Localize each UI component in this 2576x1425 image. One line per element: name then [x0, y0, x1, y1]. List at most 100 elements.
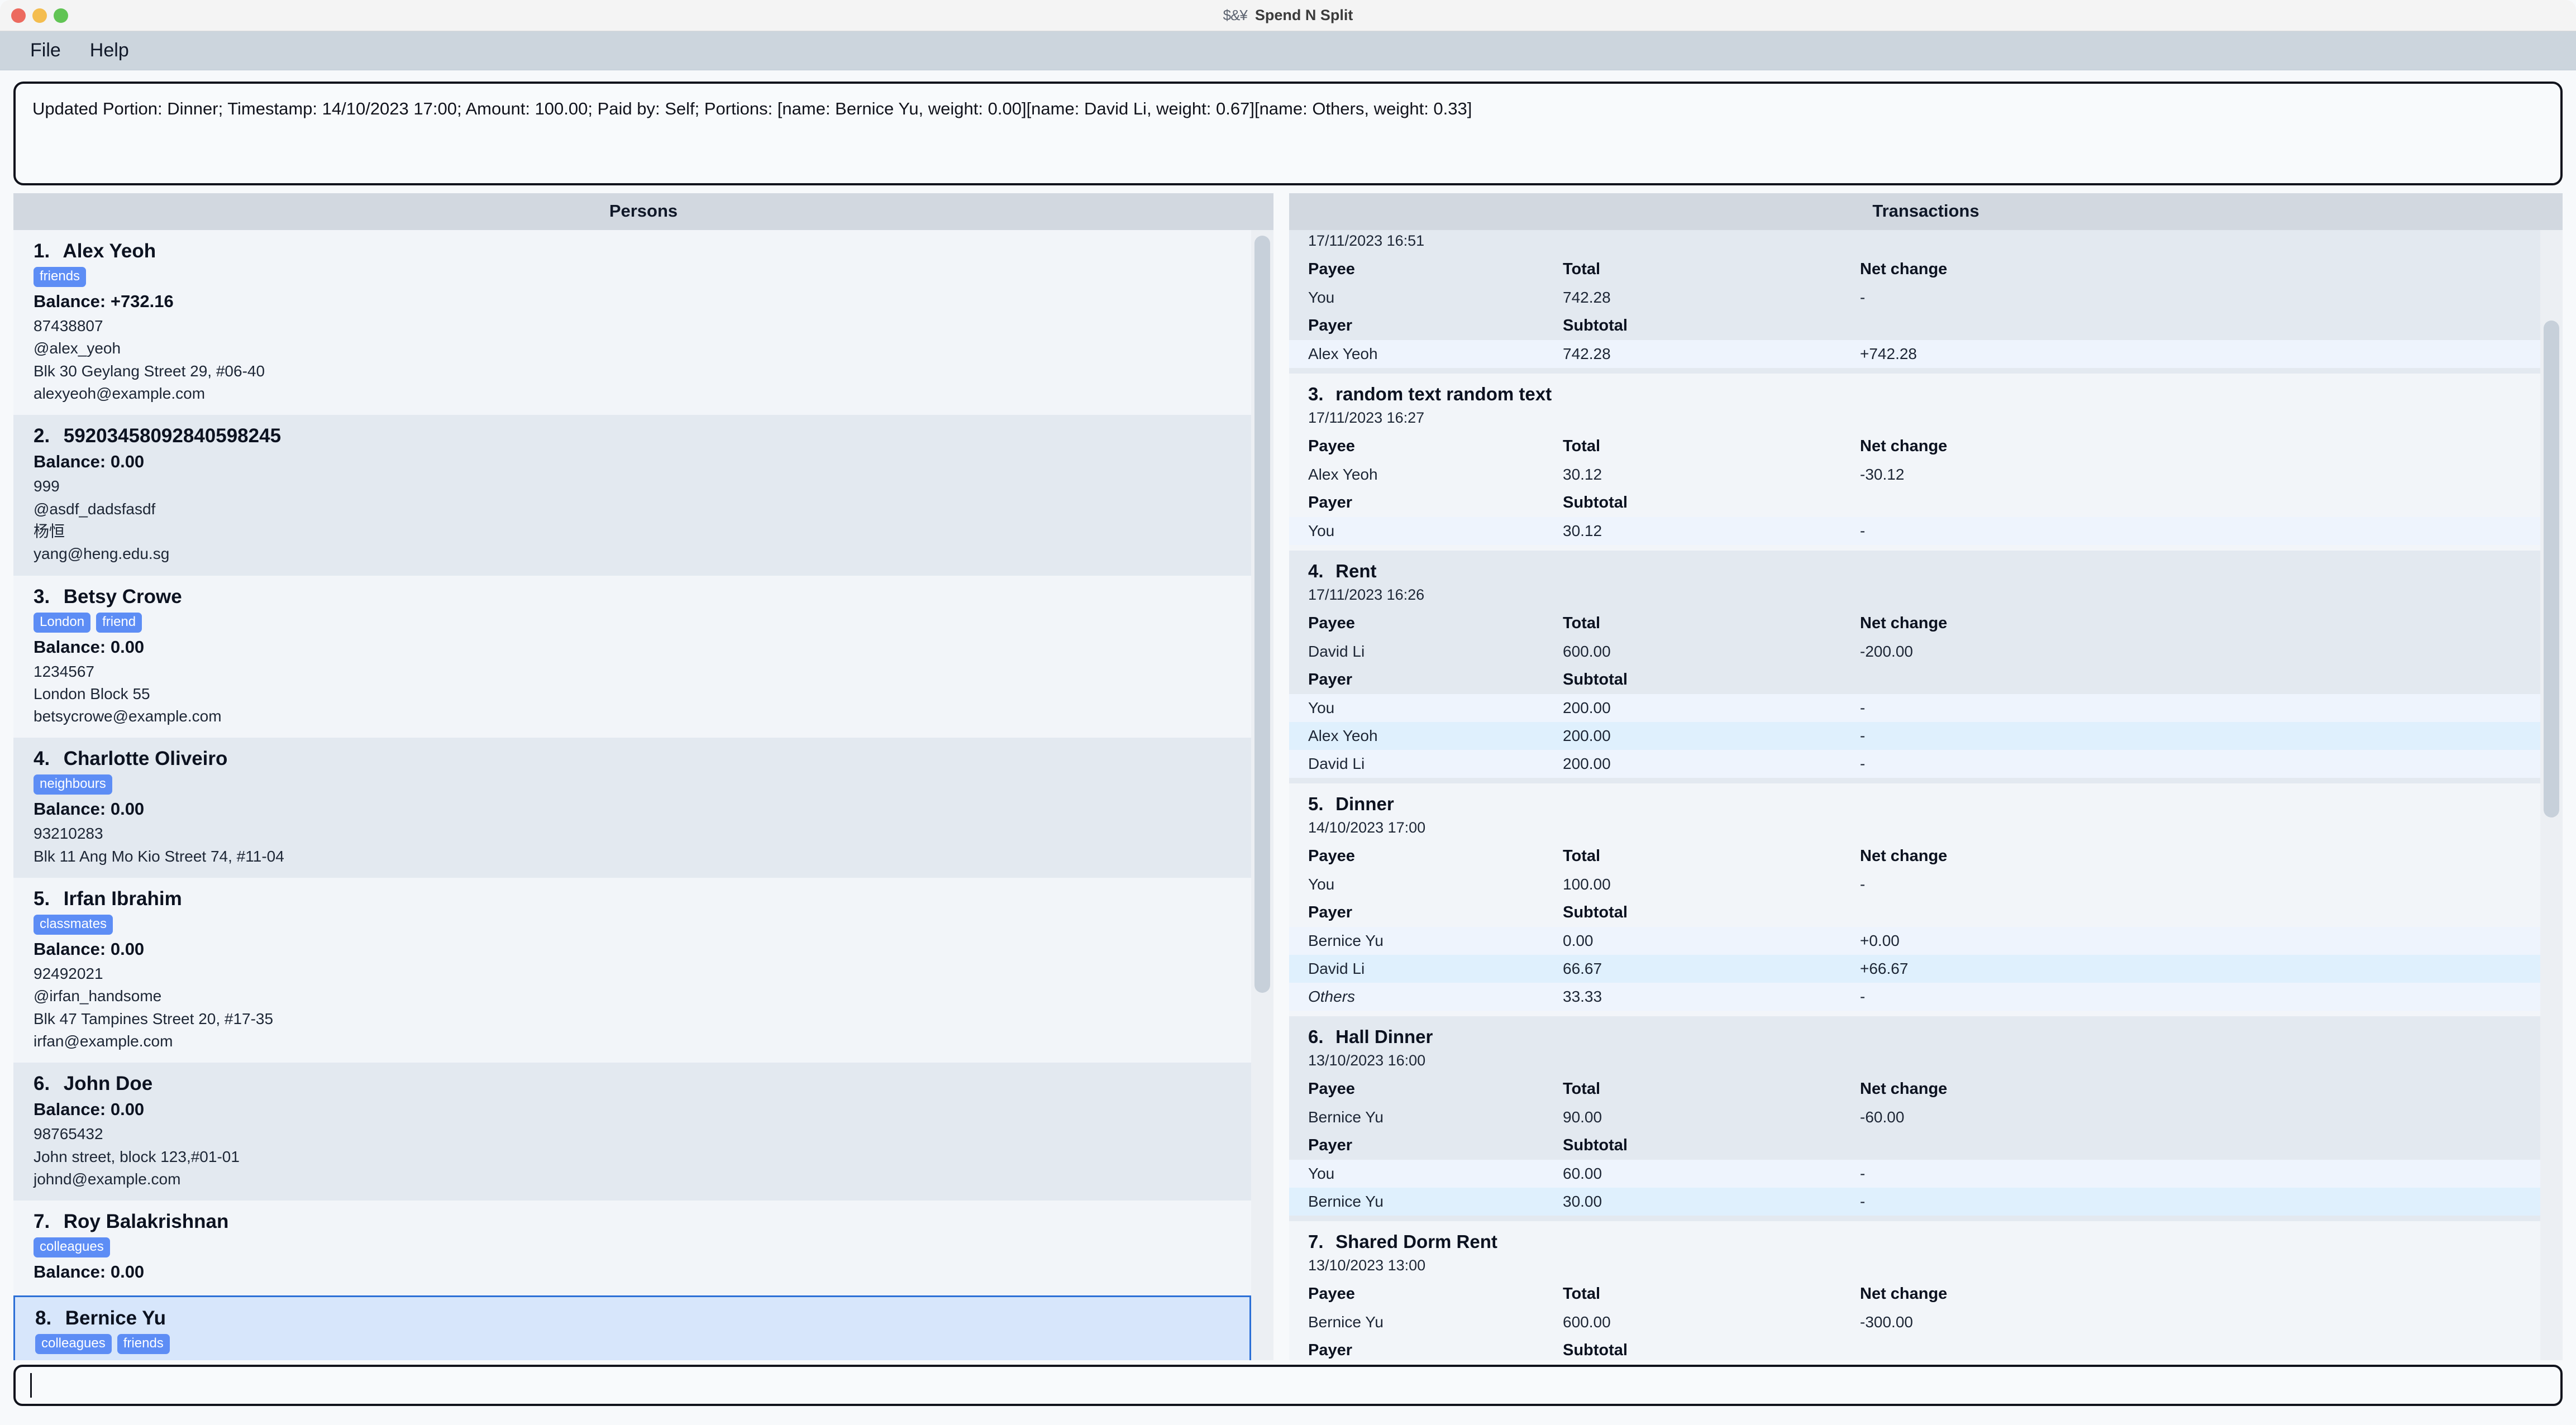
maximize-button[interactable]: [54, 8, 68, 23]
transaction-header-row: PayeeTotalNet change: [1289, 609, 2540, 638]
transaction-cell: 200.00: [1563, 722, 1860, 750]
minimize-button[interactable]: [32, 8, 47, 23]
person-tag: friends: [117, 1334, 170, 1354]
persons-scrollbar-thumb[interactable]: [1254, 236, 1270, 993]
transaction-cell: Subtotal: [1563, 1336, 1860, 1360]
transaction-cell: 30.12: [1563, 517, 1860, 545]
transaction-header-row: PayeeTotalNet change: [1289, 255, 2540, 284]
transaction-card[interactable]: 6. Hall Dinner13/10/2023 16:00PayeeTotal…: [1289, 1016, 2540, 1221]
transaction-card[interactable]: 5. Dinner14/10/2023 17:00PayeeTotalNet c…: [1289, 783, 2540, 1016]
menu-file[interactable]: File: [16, 37, 75, 64]
transaction-cell: 30.00: [1563, 1188, 1860, 1216]
transaction-title: 3. random text random text: [1289, 374, 2540, 407]
transaction-cell: You: [1289, 871, 1563, 898]
person-card[interactable]: 4. Charlotte OliveironeighboursBalance: …: [13, 738, 1251, 878]
person-card[interactable]: 6. John DoeBalance: 0.0098765432John str…: [13, 1063, 1251, 1201]
person-detail: Blk 11 Ang Mo Kio Street 74, #11-04: [34, 845, 1234, 868]
persons-list[interactable]: 1. Alex YeohfriendsBalance: +732.1687438…: [13, 230, 1273, 1360]
transaction-cell: Alex Yeoh: [1289, 722, 1563, 750]
transaction-cell: Net change: [1860, 842, 2540, 871]
transaction-title: 6. Hall Dinner: [1289, 1016, 2540, 1050]
close-button[interactable]: [11, 8, 26, 23]
transaction-cell: Net change: [1860, 255, 2540, 284]
transaction-row: You30.12-: [1289, 517, 2540, 545]
person-detail: John street, block 123,#01-01: [34, 1146, 1234, 1168]
person-detail: 999: [34, 475, 1234, 498]
transaction-cell: [1860, 1131, 2540, 1160]
menu-help[interactable]: Help: [75, 37, 144, 64]
person-detail: johnd@example.com: [34, 1168, 1234, 1190]
transaction-cell: -: [1860, 517, 2540, 545]
result-area: Updated Portion: Dinner; Timestamp: 14/1…: [0, 70, 2576, 193]
person-tag: colleagues: [34, 1237, 110, 1257]
transaction-cell: Payee: [1289, 432, 1563, 461]
person-card[interactable]: 8. Bernice YucolleaguesfriendsBalance: -…: [13, 1295, 1251, 1360]
persons-scrollbar-track[interactable]: [1251, 230, 1273, 1360]
person-balance: Balance: -270.00: [35, 1359, 1233, 1360]
person-index: 5.: [34, 888, 58, 910]
transaction-cell: 742.28: [1563, 284, 1860, 312]
person-tags: classmates: [34, 915, 1234, 935]
transaction-index: 6.: [1308, 1026, 1330, 1048]
transaction-cell: Payee: [1289, 1075, 1563, 1103]
person-detail: alexyeoh@example.com: [34, 382, 1234, 405]
transaction-cell: David Li: [1289, 750, 1563, 778]
transaction-cell: Payer: [1289, 312, 1563, 340]
transaction-cell: 33.33: [1563, 983, 1860, 1011]
transaction-index: 7.: [1308, 1231, 1330, 1252]
command-input[interactable]: [13, 1365, 2563, 1406]
transaction-cell: Payer: [1289, 898, 1563, 927]
transaction-row: David Li200.00-: [1289, 750, 2540, 778]
person-card[interactable]: 2. 59203458092840598245Balance: 0.00999@…: [13, 415, 1251, 575]
transaction-header-row: PayeeTotalNet change: [1289, 1075, 2540, 1103]
transaction-row: Alex Yeoh30.12-30.12: [1289, 461, 2540, 489]
person-tag: colleagues: [35, 1334, 112, 1354]
transactions-scrollbar-track[interactable]: [2540, 230, 2563, 1360]
transaction-cell: Net change: [1860, 1280, 2540, 1308]
transaction-cell: Total: [1563, 1075, 1860, 1103]
person-card[interactable]: 7. Roy BalakrishnancolleaguesBalance: 0.…: [13, 1201, 1251, 1295]
person-detail: @irfan_handsome: [34, 985, 1234, 1007]
transaction-cell: Payee: [1289, 842, 1563, 871]
transaction-table: PayeeTotalNet changeDavid Li600.00-200.0…: [1289, 609, 2540, 778]
text-caret: [30, 1373, 32, 1398]
transaction-row: Bernice Yu30.00-: [1289, 1188, 2540, 1216]
transaction-cell: Subtotal: [1563, 1131, 1860, 1160]
person-tag: friends: [34, 267, 86, 287]
transaction-card[interactable]: 3. random text random text17/11/2023 16:…: [1289, 374, 2540, 551]
transaction-cell: Bernice Yu: [1289, 1308, 1563, 1336]
transaction-cell: Net change: [1860, 1075, 2540, 1103]
person-name: 3. Betsy Crowe: [34, 586, 1234, 608]
transaction-cell: Payee: [1289, 1280, 1563, 1308]
transaction-row: You100.00-: [1289, 871, 2540, 898]
transaction-cell: 100.00: [1563, 871, 1860, 898]
window-controls[interactable]: [11, 8, 68, 23]
transaction-cell: -: [1860, 1160, 2540, 1188]
transaction-card[interactable]: 4. Rent17/11/2023 16:26PayeeTotalNet cha…: [1289, 551, 2540, 783]
app-logo-icon: $&¥: [1223, 7, 1247, 24]
person-detail: 92492021: [34, 963, 1234, 985]
app-window: $&¥ Spend N Split File Help Updated Port…: [0, 0, 2576, 1425]
person-index: 3.: [34, 586, 58, 608]
person-balance: Balance: +732.16: [34, 291, 1234, 312]
transaction-cell: Total: [1563, 842, 1860, 871]
transactions-scrollbar-thumb[interactable]: [2544, 321, 2559, 818]
transaction-header-row: PayerSubtotal: [1289, 312, 2540, 340]
transaction-row: Alex Yeoh742.28+742.28: [1289, 340, 2540, 368]
transaction-cell: [1860, 1336, 2540, 1360]
person-card[interactable]: 3. Betsy CroweLondonfriendBalance: 0.001…: [13, 576, 1251, 738]
person-balance: Balance: 0.00: [34, 799, 1234, 819]
transaction-cell: +66.67: [1860, 955, 2540, 983]
transaction-cell: Total: [1563, 609, 1860, 638]
transactions-list[interactable]: 17/11/2023 16:51PayeeTotalNet changeYou7…: [1289, 230, 2563, 1360]
transaction-card[interactable]: 17/11/2023 16:51PayeeTotalNet changeYou7…: [1289, 230, 2540, 374]
transaction-cell: 200.00: [1563, 750, 1860, 778]
transaction-cell: 200.00: [1563, 694, 1860, 722]
person-tags: neighbours: [34, 774, 1234, 795]
transaction-card[interactable]: 7. Shared Dorm Rent13/10/2023 13:00Payee…: [1289, 1221, 2540, 1360]
person-card[interactable]: 1. Alex YeohfriendsBalance: +732.1687438…: [13, 230, 1251, 415]
transaction-cell: Total: [1563, 255, 1860, 284]
person-card[interactable]: 5. Irfan IbrahimclassmatesBalance: 0.009…: [13, 878, 1251, 1063]
transaction-cell: 742.28: [1563, 340, 1860, 368]
transaction-header-row: PayeeTotalNet change: [1289, 432, 2540, 461]
